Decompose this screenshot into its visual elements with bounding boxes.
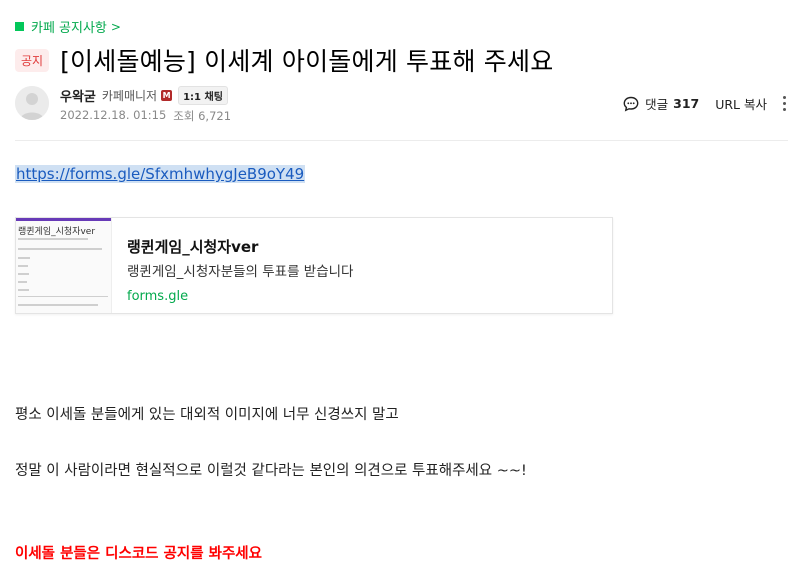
- post-date: 2022.12.18. 01:15: [60, 108, 167, 122]
- board-label: 카페 공지사항: [31, 21, 107, 36]
- thumbnail-line: [18, 304, 98, 306]
- body-paragraph: 평소 이세돌 분들에게 있는 대외적 이미지에 너무 신경쓰지 말고: [15, 407, 399, 423]
- thumbnail-line: [18, 281, 27, 283]
- link-preview-card[interactable]: 랭퀸게임_시청자ver 랭퀸게임_시청자ver 랭퀸게임_시청자분들의 투표를 …: [15, 217, 613, 314]
- discord-notice-text: 이세돌 분들은 디스코드 공지를 봐주세요: [15, 546, 262, 562]
- link-preview-description: 랭퀸게임_시청자분들의 투표를 받습니다: [127, 264, 354, 280]
- chevron-right-icon: >: [110, 19, 121, 34]
- post-actions: 댓글 317 URL 복사: [623, 94, 788, 113]
- url-copy-button[interactable]: URL 복사: [715, 94, 767, 113]
- thumbnail-line: [18, 265, 28, 267]
- thumbnail-line: [18, 248, 102, 250]
- manager-icon: M: [161, 89, 173, 101]
- post-header: 공지 [이세돌예능] 이세계 아이돌에게 투표해 주세요: [15, 42, 553, 78]
- comment-count[interactable]: 317: [673, 96, 699, 111]
- thumbnail-line: [18, 289, 29, 291]
- board-square-icon: [15, 22, 24, 31]
- thumbnail-line: [18, 273, 29, 275]
- post-title: [이세돌예능] 이세계 아이돌에게 투표해 주세요: [60, 47, 554, 76]
- link-preview-thumbnail: 랭퀸게임_시청자ver: [16, 218, 112, 313]
- thumbnail-line: [18, 257, 30, 259]
- post-meta: 2022.12.18. 01:15 조회 6,721: [60, 108, 231, 124]
- board-link[interactable]: 카페 공지사항 >: [15, 17, 121, 36]
- view-count: 조회 6,721: [173, 109, 232, 123]
- author-line: 우왁굳 카페매니저 M 1:1 채팅: [60, 85, 228, 105]
- author-role: 카페매니저: [101, 88, 158, 103]
- link-preview-info: 랭퀸게임_시청자ver 랭퀸게임_시청자분들의 투표를 받습니다 forms.g…: [112, 218, 353, 313]
- form-header-bar: [16, 218, 111, 221]
- body-paragraph: 정말 이 사람이라면 현실적으로 이럴것 같다라는 본인의 의견으로 투표해주세…: [15, 463, 527, 479]
- thumbnail-line: [18, 296, 108, 297]
- notice-badge: 공지: [15, 48, 50, 72]
- comment-label[interactable]: 댓글: [645, 94, 668, 113]
- thumbnail-line: [18, 238, 88, 240]
- header-divider: [15, 140, 788, 141]
- form-link[interactable]: https://forms.gle/SfxmhwhygJeB9oY49: [15, 165, 306, 183]
- more-options-icon[interactable]: [781, 96, 788, 111]
- chat-button[interactable]: 1:1 채팅: [178, 85, 228, 105]
- default-avatar-icon: [15, 86, 49, 120]
- link-preview-title: 랭퀸게임_시청자ver: [127, 238, 259, 256]
- author-area: 우왁굳 카페매니저 M 1:1 채팅 2022.12.18. 01:15 조회 …: [15, 85, 788, 132]
- speech-bubble-icon[interactable]: [623, 96, 639, 112]
- avatar[interactable]: [15, 86, 49, 120]
- link-preview-domain: forms.gle: [127, 289, 189, 304]
- author-nickname[interactable]: 우왁굳: [60, 86, 96, 105]
- thumbnail-title: 랭퀸게임_시청자ver: [18, 227, 96, 237]
